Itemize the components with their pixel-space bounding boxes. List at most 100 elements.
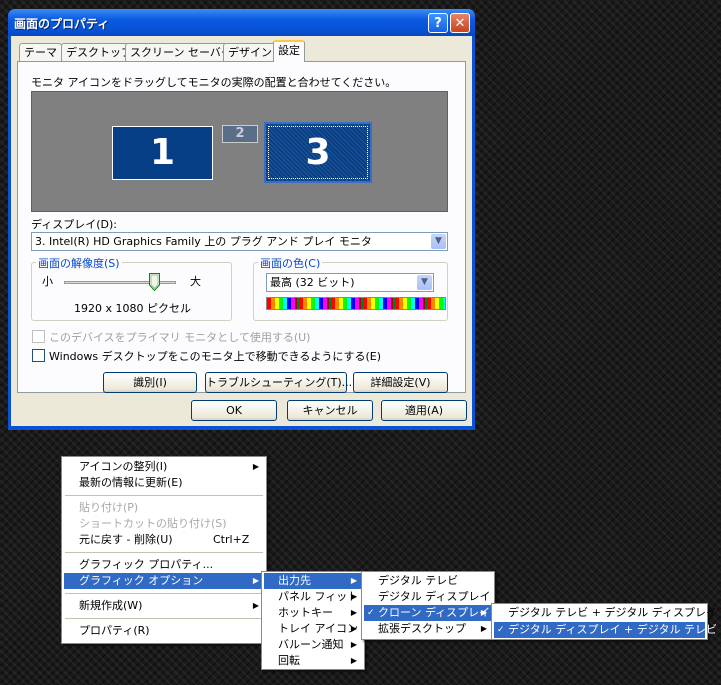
primary-monitor-checkbox[interactable]: [32, 330, 45, 343]
display-label: ディスプレイ(D):: [31, 218, 117, 231]
menu-item-balloon-notify[interactable]: バルーン通知 ▶: [264, 637, 362, 653]
menu-item-properties[interactable]: プロパティ(R): [64, 623, 264, 639]
resolution-large-label: 大: [190, 275, 201, 288]
color-quality-group: 画面の色(C) 最高 (32 ビット) ▼: [253, 255, 448, 321]
menu-item-hotkeys[interactable]: ホットキー ▶: [264, 605, 362, 621]
monitor-instruction: モニタ アイコンをドラッグしてモニタの実際の配置と合わせてください。: [31, 76, 397, 89]
menu-item-label: 回転: [278, 654, 300, 667]
monitor-1[interactable]: 1: [112, 126, 213, 180]
apply-button[interactable]: 適用(A): [381, 400, 467, 421]
display-properties-window: 画面のプロパティ ? ✕ テーマ デスクトップ スクリーン セーバー デザイン …: [8, 9, 475, 430]
close-button[interactable]: ✕: [450, 13, 470, 33]
menu-item-undo-delete[interactable]: 元に戻す - 削除(U) Ctrl+Z: [64, 532, 264, 548]
menu-item-label: 貼り付け(P): [79, 501, 139, 514]
menu-item-display-plus-tv[interactable]: ✓ デジタル ディスプレイ + デジタル テレビ: [494, 622, 717, 638]
cancel-button[interactable]: キャンセル: [287, 400, 373, 421]
checkmark-icon: ✓: [367, 608, 375, 618]
menu-item-label: デジタル テレビ: [378, 574, 459, 587]
menu-item-paste[interactable]: 貼り付け(P): [64, 500, 264, 516]
submenu-arrow-icon: ▶: [252, 601, 259, 610]
resolution-group-label: 画面の解像度(S): [36, 255, 122, 271]
menu-separator: [65, 495, 263, 496]
menu-item-tray-icon[interactable]: トレイ アイコン ▶: [264, 621, 362, 637]
identify-button[interactable]: 識別(I): [103, 372, 197, 393]
extend-desktop-label: Windows デスクトップをこのモニタ上で移動できるようにする(E): [49, 350, 382, 363]
color-quality-value: 最高 (32 ビット): [270, 276, 355, 289]
submenu-arrow-icon: ▶: [350, 592, 357, 601]
window-title: 画面のプロパティ: [14, 17, 110, 31]
tab-appearance[interactable]: デザイン: [223, 43, 277, 61]
chevron-down-icon[interactable]: ▼: [417, 275, 432, 290]
color-spectrum-bar: [266, 297, 446, 310]
menu-item-output-to[interactable]: 出力先 ▶: [264, 573, 362, 589]
menu-item-label: デジタル テレビ + デジタル ディスプレイ: [508, 606, 717, 619]
menu-item-label: グラフィック オプション: [79, 574, 204, 587]
desktop-context-menu: アイコンの整列(I) ▶ 最新の情報に更新(E) 貼り付け(P) ショートカット…: [61, 456, 267, 644]
menu-separator: [65, 552, 263, 553]
menu-item-shortcut: Ctrl+Z: [213, 533, 250, 546]
menu-separator: [65, 593, 263, 594]
monitor-arrangement-area: 1 2 3: [31, 91, 448, 212]
menu-item-graphics-options[interactable]: グラフィック オプション ▶: [64, 573, 264, 589]
menu-item-clone-display[interactable]: ✓ クローン ディスプレイ ▶: [364, 605, 492, 621]
menu-item-label: トレイ アイコン: [278, 622, 358, 635]
title-bar[interactable]: 画面のプロパティ ? ✕: [8, 9, 475, 36]
resolution-group: 画面の解像度(S) 小 大 1920 x 1080 ピクセル: [31, 255, 232, 321]
troubleshoot-button[interactable]: トラブルシューティング(T)...: [205, 372, 352, 393]
menu-item-paste-shortcut[interactable]: ショートカットの貼り付け(S): [64, 516, 264, 532]
display-select-value: 3. Intel(R) HD Graphics Family 上の プラグ アン…: [35, 235, 372, 248]
output-submenu: デジタル テレビ デジタル ディスプレイ ✓ クローン ディスプレイ ▶ 拡張デ…: [361, 571, 495, 640]
menu-item-label: 元に戻す - 削除(U): [79, 533, 173, 546]
menu-item-new[interactable]: 新規作成(W) ▶: [64, 598, 264, 614]
submenu-arrow-icon: ▶: [350, 656, 357, 665]
resolution-value: 1920 x 1080 ピクセル: [74, 302, 191, 315]
menu-item-label: ショートカットの貼り付け(S): [79, 517, 227, 530]
tab-themes[interactable]: テーマ: [19, 43, 62, 61]
menu-item-label: ホットキー: [278, 606, 333, 619]
submenu-arrow-icon: ▶: [252, 462, 259, 471]
ok-button[interactable]: OK: [191, 400, 277, 421]
menu-item-label: プロパティ(R): [79, 624, 150, 637]
menu-item-label: 新規作成(W): [79, 599, 143, 612]
checkmark-icon: ✓: [497, 625, 505, 635]
resolution-small-label: 小: [42, 275, 53, 288]
menu-item-arrange-icons[interactable]: アイコンの整列(I) ▶: [64, 459, 264, 475]
menu-item-label: クローン ディスプレイ: [378, 606, 491, 619]
menu-item-label: グラフィック プロパティ...: [79, 558, 214, 571]
resolution-slider-thumb[interactable]: [149, 273, 160, 291]
submenu-arrow-icon: ▶: [350, 608, 357, 617]
dialog-client-area: テーマ デスクトップ スクリーン セーバー デザイン 設定 モニタ アイコンをド…: [11, 36, 472, 426]
menu-item-label: 最新の情報に更新(E): [79, 476, 183, 489]
display-select[interactable]: 3. Intel(R) HD Graphics Family 上の プラグ アン…: [31, 232, 448, 251]
menu-item-label: 出力先: [278, 574, 311, 587]
submenu-arrow-icon: ▶: [252, 576, 259, 585]
extend-desktop-checkbox[interactable]: [32, 349, 45, 362]
menu-item-label: アイコンの整列(I): [79, 460, 168, 473]
clone-display-submenu: デジタル テレビ + デジタル ディスプレイ ✓ デジタル ディスプレイ + デ…: [491, 603, 717, 640]
monitor-2[interactable]: 2: [222, 125, 258, 143]
menu-item-digital-display[interactable]: デジタル ディスプレイ: [364, 589, 492, 605]
menu-item-tv-plus-display[interactable]: デジタル テレビ + デジタル ディスプレイ: [494, 605, 717, 621]
menu-item-label: 拡張デスクトップ: [378, 622, 466, 635]
advanced-button[interactable]: 詳細設定(V): [353, 372, 448, 393]
menu-item-extended-desktop[interactable]: 拡張デスクトップ ▶: [364, 621, 492, 637]
menu-item-label: パネル フィット: [278, 590, 359, 603]
menu-item-label: デジタル ディスプレイ: [378, 590, 491, 603]
menu-separator: [65, 618, 263, 619]
monitor-3[interactable]: 3: [264, 122, 372, 183]
submenu-arrow-icon: ▶: [480, 608, 487, 617]
submenu-arrow-icon: ▶: [350, 640, 357, 649]
menu-item-graphics-properties[interactable]: グラフィック プロパティ...: [64, 557, 264, 573]
chevron-down-icon[interactable]: ▼: [431, 234, 446, 249]
menu-item-digital-tv[interactable]: デジタル テレビ: [364, 573, 492, 589]
menu-item-panel-fit[interactable]: パネル フィット ▶: [264, 589, 362, 605]
tab-settings[interactable]: 設定: [273, 40, 305, 62]
submenu-arrow-icon: ▶: [480, 624, 487, 633]
graphics-options-submenu: 出力先 ▶ パネル フィット ▶ ホットキー ▶ トレイ アイコン ▶ バルーン…: [261, 571, 365, 670]
menu-item-refresh[interactable]: 最新の情報に更新(E): [64, 475, 264, 491]
tab-screensaver[interactable]: スクリーン セーバー: [125, 43, 237, 61]
help-button[interactable]: ?: [428, 13, 448, 33]
color-quality-select[interactable]: 最高 (32 ビット) ▼: [266, 273, 434, 292]
color-group-label: 画面の色(C): [258, 255, 323, 271]
menu-item-rotation[interactable]: 回転 ▶: [264, 653, 362, 669]
